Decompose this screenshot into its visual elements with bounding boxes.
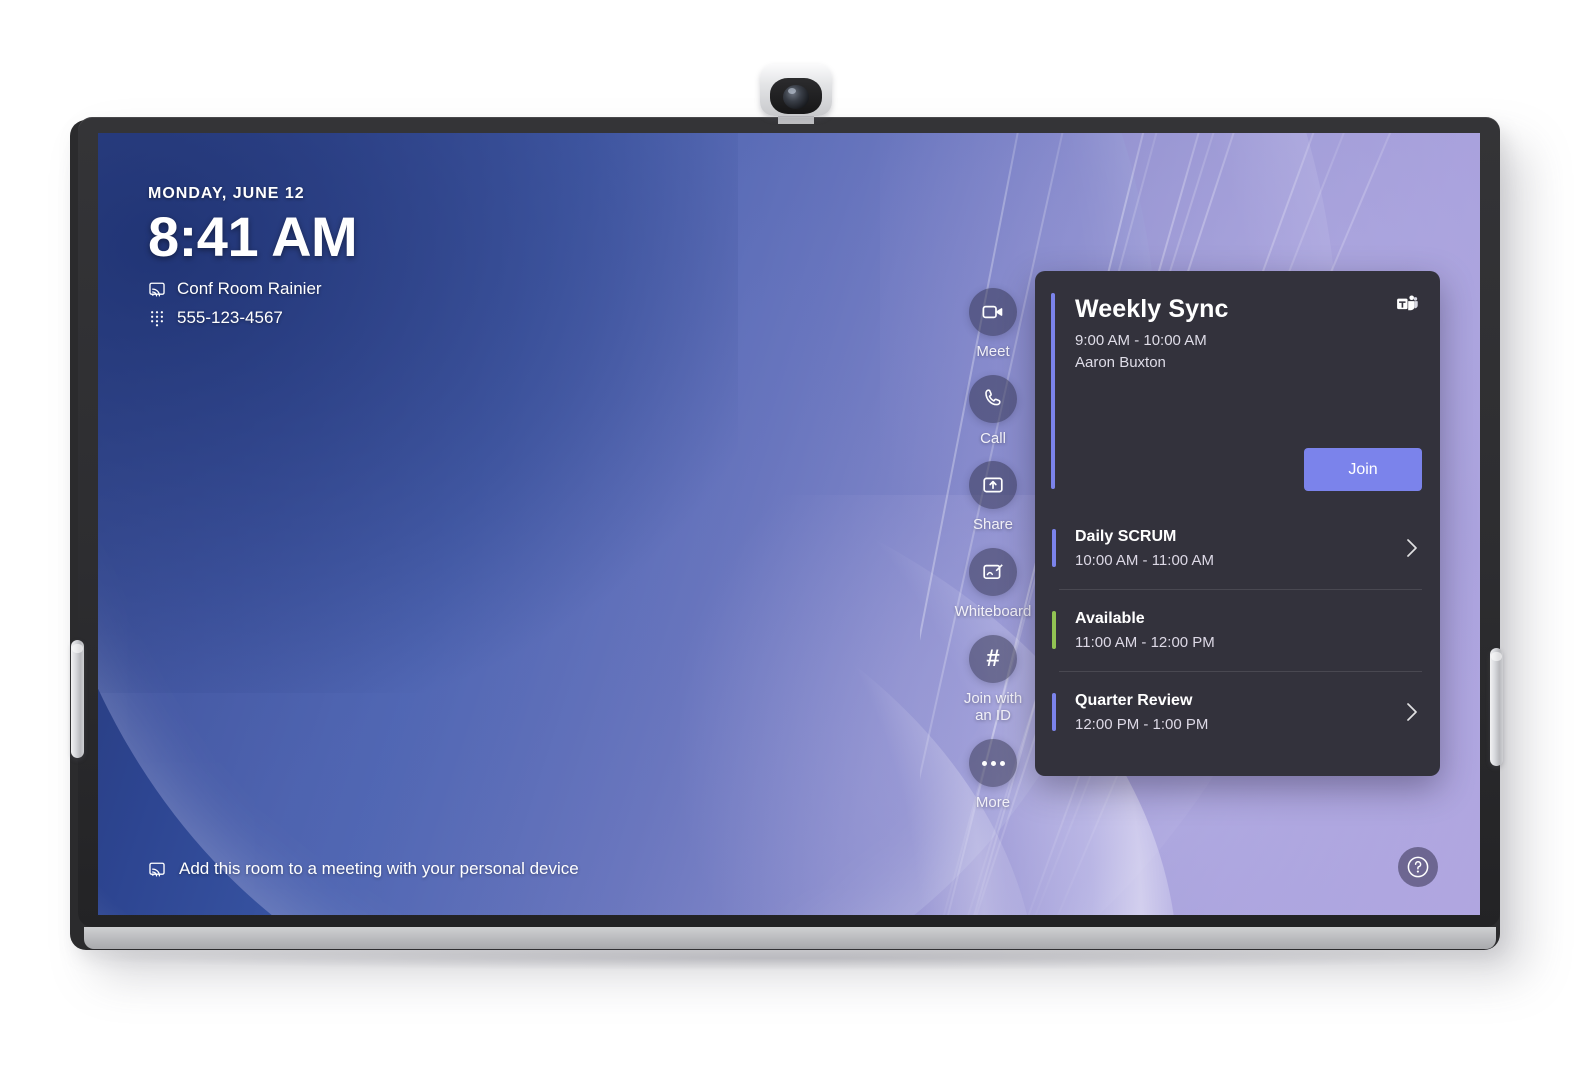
action-share-circle[interactable] xyxy=(969,461,1017,510)
camera-module xyxy=(760,64,832,124)
current-meeting-title: Weekly Sync xyxy=(1075,295,1229,323)
cast-screen-icon xyxy=(149,283,165,297)
chevron-right-icon xyxy=(1407,539,1417,557)
meeting-accent-bar xyxy=(1052,611,1056,649)
room-phone-row: 555-123-4567 xyxy=(148,308,357,328)
camera-lens-icon xyxy=(783,85,809,109)
room-phone-number: 555-123-4567 xyxy=(177,308,283,328)
action-join-with-id-label-line1: Join with xyxy=(963,689,1023,707)
calendar-panel: Weekly Sync 9:00 AM - 10:00 AM Aaron Bux… xyxy=(1035,271,1440,776)
action-meet-circle[interactable] xyxy=(969,288,1017,336)
action-meet-label: Meet xyxy=(976,343,1010,360)
clock-block: MONDAY, JUNE 12 8:41 AM Conf Room Rainie… xyxy=(148,185,358,328)
phone-icon xyxy=(985,389,1001,406)
hash-icon: # xyxy=(986,644,1000,672)
meeting-text: Daily SCRUM 10:00 AM - 11:00 AM xyxy=(1075,528,1406,569)
meeting-text: Quarter Review 12:00 PM - 1:00 PM xyxy=(1075,692,1406,733)
screenshot-root: MONDAY, JUNE 12 8:41 AM Conf Room Rainie… xyxy=(0,0,1596,1080)
meeting-title: Quarter Review xyxy=(1075,691,1193,709)
meeting-list-item[interactable]: Daily SCRUM 10:00 AM - 11:00 AM xyxy=(1035,507,1440,589)
video-camera-icon xyxy=(982,305,1003,319)
upcoming-meetings-list: Daily SCRUM 10:00 AM - 11:00 AM Available 1… xyxy=(1035,507,1440,759)
stylus-pen-right[interactable] xyxy=(1490,648,1503,766)
whiteboard-icon xyxy=(983,564,1003,580)
action-join-with-id-label: Join with an ID xyxy=(964,690,1022,725)
add-room-hint[interactable]: Add this room to a meeting with your per… xyxy=(148,859,579,879)
current-date: MONDAY, JUNE 12 xyxy=(148,185,305,202)
action-join-with-id-circle[interactable]: # xyxy=(969,634,1017,683)
current-time: 8:41 AM xyxy=(148,205,358,268)
camera-lens-glint xyxy=(788,88,796,94)
stylus-nib xyxy=(1491,652,1502,661)
meeting-time: 10:00 AM - 11:00 AM xyxy=(1075,551,1214,569)
help-button[interactable] xyxy=(1398,847,1438,887)
meeting-title: Daily SCRUM xyxy=(1075,527,1177,545)
action-call-circle[interactable] xyxy=(969,374,1017,423)
stylus-nib xyxy=(72,644,83,653)
meeting-accent-bar xyxy=(1052,529,1056,567)
add-room-hint-text: Add this room to a meeting with your per… xyxy=(179,859,579,878)
microsoft-teams-logo xyxy=(1397,295,1418,311)
cast-screen-icon xyxy=(149,862,165,877)
display-screen: MONDAY, JUNE 12 8:41 AM Conf Room Rainie… xyxy=(98,133,1480,915)
current-meeting-card[interactable]: Weekly Sync 9:00 AM - 10:00 AM Aaron Bux… xyxy=(1035,271,1440,507)
dialpad-icon xyxy=(151,311,163,327)
help-question-icon xyxy=(1407,856,1429,878)
share-screen-icon xyxy=(983,477,1003,493)
meeting-accent-bar xyxy=(1052,693,1056,731)
ellipsis-icon xyxy=(981,760,1005,766)
current-meeting-time: 9:00 AM - 10:00 AM xyxy=(1075,332,1207,349)
action-more-label: More xyxy=(975,794,1011,812)
current-meeting-organizer: Aaron Buxton xyxy=(1075,354,1166,371)
device-base-shadow xyxy=(96,946,1488,970)
current-meeting-accent-bar xyxy=(1051,293,1055,489)
action-join-with-id-label-line2: an ID xyxy=(975,707,1011,725)
meeting-time: 11:00 AM - 12:00 PM xyxy=(1075,633,1215,651)
meeting-list-item[interactable]: Available 11:00 AM - 12:00 PM xyxy=(1035,589,1440,671)
action-whiteboard-circle[interactable] xyxy=(969,548,1017,597)
action-share-label: Share xyxy=(972,516,1014,534)
meeting-time: 12:00 PM - 1:00 PM xyxy=(1075,715,1209,733)
action-whiteboard-label: Whiteboard xyxy=(954,603,1032,621)
room-name: Conf Room Rainier xyxy=(177,279,322,299)
stylus-pen-left[interactable] xyxy=(71,640,84,758)
meeting-text: Available 11:00 AM - 12:00 PM xyxy=(1075,610,1418,651)
join-button[interactable]: Join xyxy=(1304,448,1422,491)
room-name-row: Conf Room Rainier xyxy=(148,279,357,299)
action-call-label: Call xyxy=(980,429,1006,447)
meeting-title: Available xyxy=(1075,609,1145,627)
action-more-circle[interactable] xyxy=(969,739,1017,788)
chevron-right-icon xyxy=(1407,703,1417,721)
current-meeting-text: Weekly Sync 9:00 AM - 10:00 AM Aaron Bux… xyxy=(1075,295,1418,371)
meeting-list-item[interactable]: Quarter Review 12:00 PM - 1:00 PM xyxy=(1035,671,1440,753)
